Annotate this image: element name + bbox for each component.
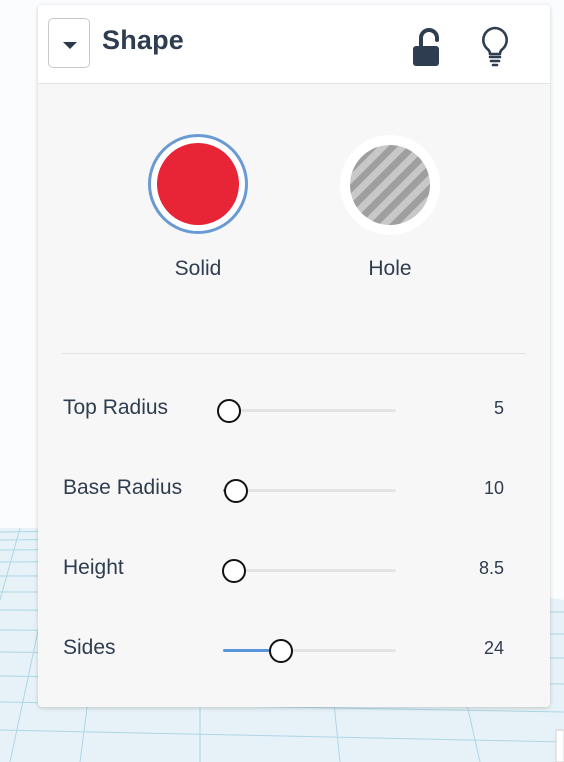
panel-title: Shape [102,25,185,55]
base-radius-slider[interactable] [223,479,396,503]
param-row-sides: Sides 24 [38,631,550,671]
collapse-button[interactable] [48,18,90,68]
slider-thumb[interactable] [224,479,249,503]
param-label: Base Radius [63,476,183,499]
solid-label: Solid [174,257,222,280]
divider [62,353,526,354]
sides-slider[interactable] [223,639,396,663]
param-row-height: Height 8.5 [38,551,550,591]
lightbulb-icon[interactable] [478,25,512,67]
param-label: Height [63,556,124,579]
slider-thumb[interactable] [217,399,242,423]
param-value[interactable]: 5 [494,398,504,419]
top-radius-slider[interactable] [217,399,396,423]
param-value[interactable]: 10 [484,478,504,499]
unlock-icon[interactable] [412,27,446,67]
height-slider[interactable] [222,559,396,583]
param-value[interactable]: 24 [484,638,504,659]
solid-color-swatch [157,143,239,225]
shape-inspector-panel: Shape Solid Hole Top Radius 5 Base Radiu… [38,5,550,707]
slider-thumb[interactable] [269,639,294,663]
param-label: Sides [63,636,116,659]
slider-thumb[interactable] [222,559,247,583]
solid-option[interactable] [148,134,248,234]
param-row-top-radius: Top Radius 5 [38,391,550,431]
chevron-down-icon [63,42,77,49]
param-row-base-radius: Base Radius 10 [38,471,550,511]
panel-header: Shape [38,5,550,84]
hole-label: Hole [368,257,412,280]
param-value[interactable]: 8.5 [479,558,504,579]
hole-option[interactable] [340,135,440,235]
param-label: Top Radius [63,396,169,419]
hole-pattern-swatch [350,145,430,225]
